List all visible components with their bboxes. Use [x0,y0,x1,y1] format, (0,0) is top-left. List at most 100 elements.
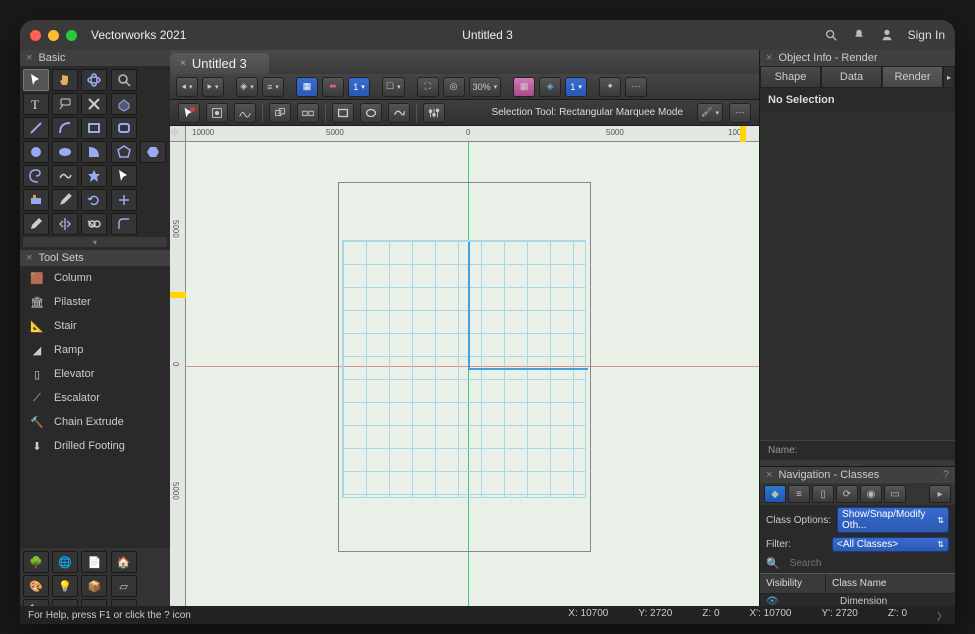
mode-btn-6[interactable] [332,103,354,123]
tab-render[interactable]: Render [882,66,943,88]
sheet-palette-button[interactable]: 📄 [81,551,107,573]
close-tab-icon[interactable]: × [180,58,186,69]
nav-tab-sheets[interactable]: ▯ [812,485,834,503]
toolset-item-ramp[interactable]: ◢Ramp [20,338,170,362]
toolset-item-drilled-footing[interactable]: ⬇Drilled Footing [20,434,170,458]
quarter-arc-tool[interactable] [81,141,107,163]
lights-button[interactable]: ✦ [599,77,621,97]
eyedropper-tool[interactable] [52,189,78,211]
zoom-tool[interactable] [111,69,137,91]
circle-tool[interactable] [23,141,49,163]
star-tool[interactable] [81,165,107,187]
box-palette-button[interactable]: 📦 [81,575,107,597]
toolset-item-pilaster[interactable]: 🏛Pilaster [20,290,170,314]
selection-tool[interactable] [23,69,49,91]
site-palette-button[interactable]: 🌳 [23,551,49,573]
overflow-button-2[interactable]: ⋯ [729,103,751,123]
wall-palette-button[interactable]: ▱ [111,575,137,597]
close-icon[interactable]: × [766,52,772,64]
class-dropdown[interactable]: ≡ [262,77,284,97]
help-icon[interactable]: ? [943,469,949,481]
nav-tab-classes[interactable]: ◆ [764,485,786,503]
polygon-tool[interactable] [111,141,137,163]
drawing-area[interactable] [186,142,759,624]
split-tool[interactable] [81,213,107,235]
toolset-item-chain-extrude[interactable]: 🔨Chain Extrude [20,410,170,434]
view-nav-back-dropdown[interactable]: ◂ [176,77,198,97]
nav-panel-menu[interactable]: ▸ [929,485,951,503]
toolset-item-column[interactable]: 🟫Column [20,266,170,290]
pan-tool[interactable] [52,69,78,91]
signin-button[interactable]: Sign In [908,28,945,42]
close-icon[interactable]: × [26,252,32,264]
search-input[interactable] [786,557,949,570]
tab-shape[interactable]: Shape [760,66,821,88]
fit-objects-button[interactable]: ◎ [443,77,465,97]
wireframe-button[interactable]: ◈ [539,77,561,97]
rounded-rect-tool[interactable] [111,117,137,139]
toolset-item-escalator[interactable]: ⟋Escalator [20,386,170,410]
arc-tool[interactable] [52,117,78,139]
toolset-item-elevator[interactable]: ▯Elevator [20,362,170,386]
panel-menu-button[interactable]: ▸ [943,66,955,88]
nav-tab-viewports[interactable]: ⟳ [836,485,858,503]
close-window-button[interactable] [30,30,41,41]
expand-panel-button[interactable]: ▾ [23,237,167,247]
object-info-header[interactable]: × Object Info - Render [760,50,955,66]
basic-panel-header[interactable]: × Basic [20,50,170,66]
mode-btn-4[interactable] [269,103,291,123]
tab-data[interactable]: Data [821,66,882,88]
spiral-tool[interactable] [23,165,49,187]
attribute-tool[interactable] [23,189,49,211]
lighting-palette-button[interactable]: 💡 [52,575,78,597]
notification-icon[interactable] [852,28,866,42]
render-mode-button[interactable]: ▦ [513,77,535,97]
mode-btn-2[interactable] [206,103,228,123]
locus-tool[interactable] [111,189,137,211]
paint-dropdown[interactable]: 🖌 [697,103,723,123]
toolset-item-stair[interactable]: 📐Stair [20,314,170,338]
mode-btn-1[interactable] [178,103,200,123]
mode-prefs-button[interactable] [423,103,445,123]
oval-tool[interactable] [52,141,78,163]
nav-tab-layers[interactable]: ≡ [788,485,810,503]
flyover-tool[interactable] [81,69,107,91]
delete-tool[interactable] [81,93,107,115]
filter-select[interactable]: <All Classes> [832,537,949,552]
axis-tool-button[interactable]: ⬌ [322,77,344,97]
hexagon-tool[interactable] [140,141,166,163]
zoom-dropdown[interactable]: 30% [469,77,502,97]
mode-btn-3[interactable] [234,103,256,123]
mode-btn-5[interactable] [297,103,319,123]
nav-tab-refs[interactable]: ▭ [884,485,906,503]
navigation-header[interactable]: × Navigation - Classes ? [760,467,955,483]
fillet-tool[interactable] [111,213,137,235]
overflow-button[interactable]: ⋯ [625,77,647,97]
rotate-tool[interactable] [81,189,107,211]
col-classname[interactable]: Class Name [826,574,955,593]
mirror-tool[interactable] [52,213,78,235]
arrow-select-tool[interactable] [111,165,137,187]
mode-btn-7[interactable] [360,103,382,123]
push-pull-tool[interactable] [111,93,137,115]
class-options-select[interactable]: Show/Snap/Modify Oth... [837,507,949,533]
globe-palette-button[interactable]: 🌐 [52,551,78,573]
ruler-vertical[interactable]: 5000 0 5000 [170,142,186,624]
brush-tool[interactable] [23,213,49,235]
view-mode-dropdown[interactable]: ☐ [382,77,405,97]
nav-tab-saved[interactable]: ◉ [860,485,882,503]
ruler-horizontal[interactable]: 10000 5000 0 5000 1000 [186,126,759,142]
text-tool[interactable]: T [23,93,49,115]
proj-dropdown[interactable]: 1 [565,77,587,97]
layer-dropdown[interactable]: ◈ [236,77,258,97]
line-tool[interactable] [23,117,49,139]
snap-dropdown[interactable]: 1 [348,77,370,97]
building-palette-button[interactable]: 🏠 [111,551,137,573]
minimize-window-button[interactable] [48,30,59,41]
visual-palette-button[interactable]: 🎨 [23,575,49,597]
search-icon[interactable] [824,28,838,42]
canvas[interactable]: ✥ 10000 5000 0 5000 1000 5000 0 5000 [170,126,759,624]
close-icon[interactable]: × [766,469,772,481]
fit-page-button[interactable]: ⛶ [417,77,439,97]
status-scroll-right[interactable]: 〉 [937,608,947,623]
